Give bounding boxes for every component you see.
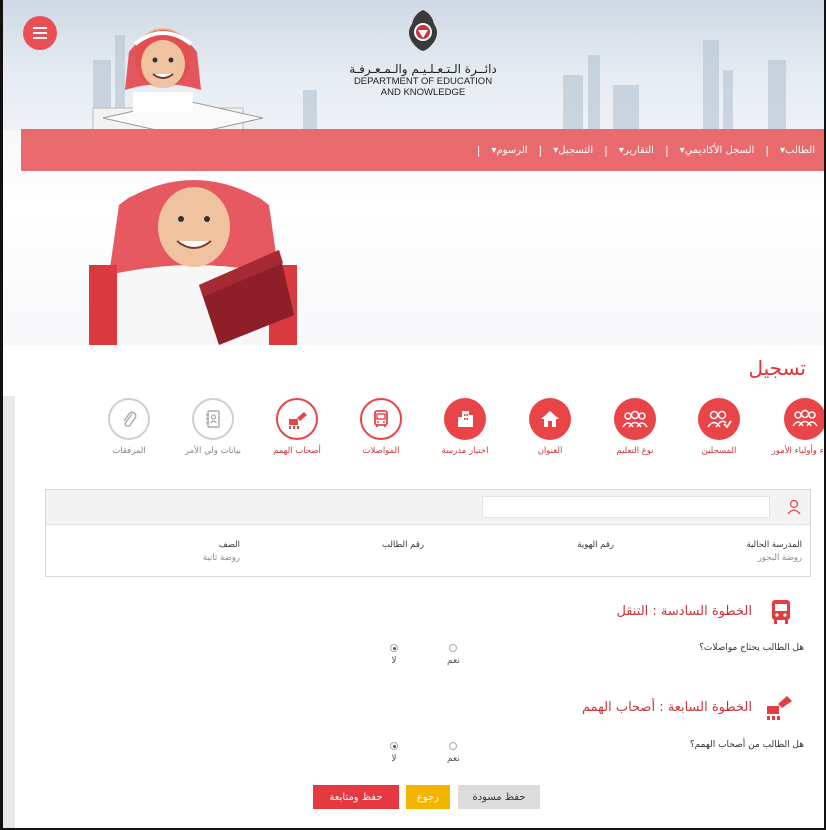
save-draft-button[interactable]: حفظ مسودة bbox=[458, 785, 540, 809]
nav-registration[interactable]: التسجيل▾ bbox=[545, 145, 601, 156]
bus-icon bbox=[772, 600, 790, 624]
home-icon bbox=[541, 411, 559, 427]
step-guardian-data[interactable]: بيانات ولي الأمر bbox=[173, 398, 253, 456]
nav-separator: | bbox=[664, 143, 669, 157]
paperclip-icon bbox=[123, 411, 137, 427]
logo-arabic-text: دائــرة الـتـعـلـيـم والـمـعـرفـة bbox=[349, 62, 497, 76]
step-registered[interactable]: المسجلين bbox=[679, 398, 759, 456]
page-frame: دائــرة الـتـعـلـيـم والـمـعـرفـة DEPART… bbox=[0, 0, 826, 830]
page-title: تسجيل bbox=[748, 356, 807, 380]
registered-icon bbox=[707, 410, 732, 429]
wheelchair-icon bbox=[289, 412, 307, 429]
student-info-panel: المدرسة الحالية روضة البجور رقم الهوية ر… bbox=[45, 489, 811, 577]
step6-title: الخطوة السادسة : التنقل bbox=[616, 604, 752, 619]
step-parents-children[interactable]: الأبناء وأولياء الأمور bbox=[765, 398, 824, 456]
main-nav: الطالب▾ | السجل الأكاديمي▾ | التقارير▾ |… bbox=[21, 129, 824, 171]
bus-icon bbox=[374, 410, 388, 427]
step-choose-school[interactable]: اختيار مدرسة bbox=[425, 398, 505, 456]
transport-no-radio[interactable]: لا bbox=[390, 644, 398, 666]
header-banner: دائــرة الـتـعـلـيـم والـمـعـرفـة DEPART… bbox=[3, 0, 824, 345]
menu-button[interactable] bbox=[23, 16, 57, 50]
transport-yes-radio[interactable]: نعم bbox=[447, 644, 460, 666]
nav-separator: | bbox=[476, 143, 481, 157]
logo-english-line-1: DEPARTMENT OF EDUCATION bbox=[353, 76, 493, 87]
education-type-icon bbox=[622, 410, 648, 428]
user-icon[interactable] bbox=[786, 499, 802, 515]
logo-english-line-2: AND KNOWLEDGE bbox=[380, 87, 466, 98]
nav-separator: | bbox=[765, 143, 770, 157]
back-button[interactable]: رجوع bbox=[406, 785, 450, 809]
step-education-type[interactable]: نوع التعليم bbox=[595, 398, 675, 456]
step-transport[interactable]: المواصلات bbox=[341, 398, 421, 456]
student-search-input[interactable] bbox=[482, 496, 770, 518]
nav-separator: | bbox=[538, 143, 543, 157]
nav-fees[interactable]: الرسوم▾ bbox=[483, 145, 535, 156]
step-attachments[interactable]: المرفقات bbox=[89, 398, 169, 456]
determination-question: هل الطالب من أصحاب الهمم؟ bbox=[689, 740, 804, 750]
steps-wizard: الأبناء وأولياء الأمور المسجلين نوع التع… bbox=[33, 398, 824, 468]
determination-yes-radio[interactable]: نعم bbox=[447, 742, 460, 764]
school-icon bbox=[458, 411, 473, 427]
current-school-info: المدرسة الحالية روضة البجور bbox=[746, 540, 802, 563]
determination-no-radio[interactable]: لا bbox=[390, 742, 398, 764]
step-people-of-determination[interactable]: أصحاب الهمم bbox=[257, 398, 337, 456]
step7-title: الخطوة السابعة : أصحاب الهمم bbox=[581, 700, 752, 715]
nav-student[interactable]: الطالب▾ bbox=[772, 145, 823, 156]
id-number-info: رقم الهوية bbox=[577, 540, 614, 550]
nav-reports[interactable]: التقارير▾ bbox=[611, 145, 662, 156]
falcon-emblem-icon bbox=[409, 10, 437, 51]
transport-question: هل الطالب يحتاج مواصلات؟ bbox=[699, 643, 804, 653]
step-address[interactable]: العنوان bbox=[510, 398, 590, 456]
save-continue-button[interactable]: حفظ ومتابعة bbox=[313, 785, 399, 809]
family-icon bbox=[792, 409, 818, 427]
student-with-book-image bbox=[89, 175, 297, 345]
wheelchair-icon bbox=[767, 696, 792, 720]
student-number-info: رقم الطالب bbox=[382, 540, 424, 550]
grade-info: الصف روضة ثانية bbox=[202, 540, 240, 563]
contact-book-icon bbox=[206, 410, 220, 428]
dek-logo: دائــرة الـتـعـلـيـم والـمـعـرفـة DEPART… bbox=[333, 8, 513, 98]
nav-separator: | bbox=[604, 143, 608, 157]
nav-academic-record[interactable]: السجل الأكاديمي▾ bbox=[672, 145, 763, 156]
left-gutter bbox=[3, 396, 15, 828]
